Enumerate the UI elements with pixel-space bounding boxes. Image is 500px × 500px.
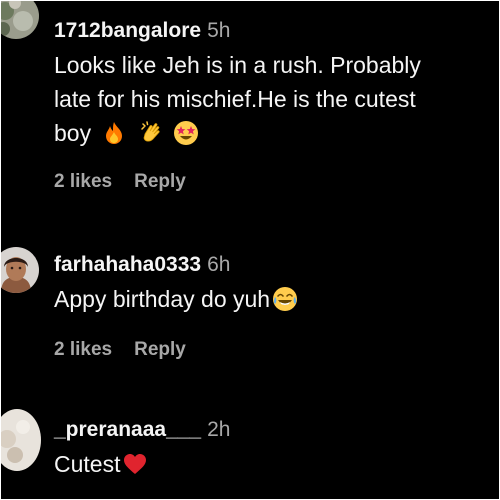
comment-text: Cutest xyxy=(54,447,491,481)
comment-text-line: Cutest xyxy=(54,451,121,477)
likes-count[interactable]: 2 likes xyxy=(54,171,112,192)
comment-username[interactable]: farhahaha0333 xyxy=(54,253,201,276)
comment-timestamp: 2h xyxy=(207,418,231,441)
red-heart-emoji xyxy=(122,451,148,477)
clapping-hands-emoji xyxy=(139,120,165,146)
comment-text: Appy birthday do yuh xyxy=(54,282,491,316)
comment-username[interactable]: 1712bangalore xyxy=(54,19,201,42)
comment-text-line: Appy birthday do yuh xyxy=(54,286,271,312)
fire-emoji xyxy=(101,120,127,146)
comment-text: Looks like Jeh is in a rush. Probably la… xyxy=(54,48,491,150)
comment-text-line: Looks like Jeh is in a rush. Probably xyxy=(54,52,421,78)
comment-text-line: late for his mischief.He is the cutest xyxy=(54,86,416,112)
reply-button[interactable]: Reply xyxy=(134,171,186,192)
likes-count[interactable]: 2 likes xyxy=(54,339,112,360)
comment-text-line: boy xyxy=(54,120,92,146)
comment-timestamp: 5h xyxy=(207,19,231,42)
reply-button[interactable]: Reply xyxy=(134,339,186,360)
comment-username[interactable]: _preranaaa___ xyxy=(54,418,201,441)
tears-of-joy-emoji xyxy=(272,286,298,312)
avatar[interactable] xyxy=(1,1,39,39)
comment-timestamp: 6h xyxy=(207,253,231,276)
comments-panel: 1712bangalore 5h Looks like Jeh is in a r… xyxy=(1,1,499,499)
avatar[interactable] xyxy=(1,247,39,293)
star-struck-emoji xyxy=(173,120,199,146)
avatar[interactable] xyxy=(1,409,41,471)
